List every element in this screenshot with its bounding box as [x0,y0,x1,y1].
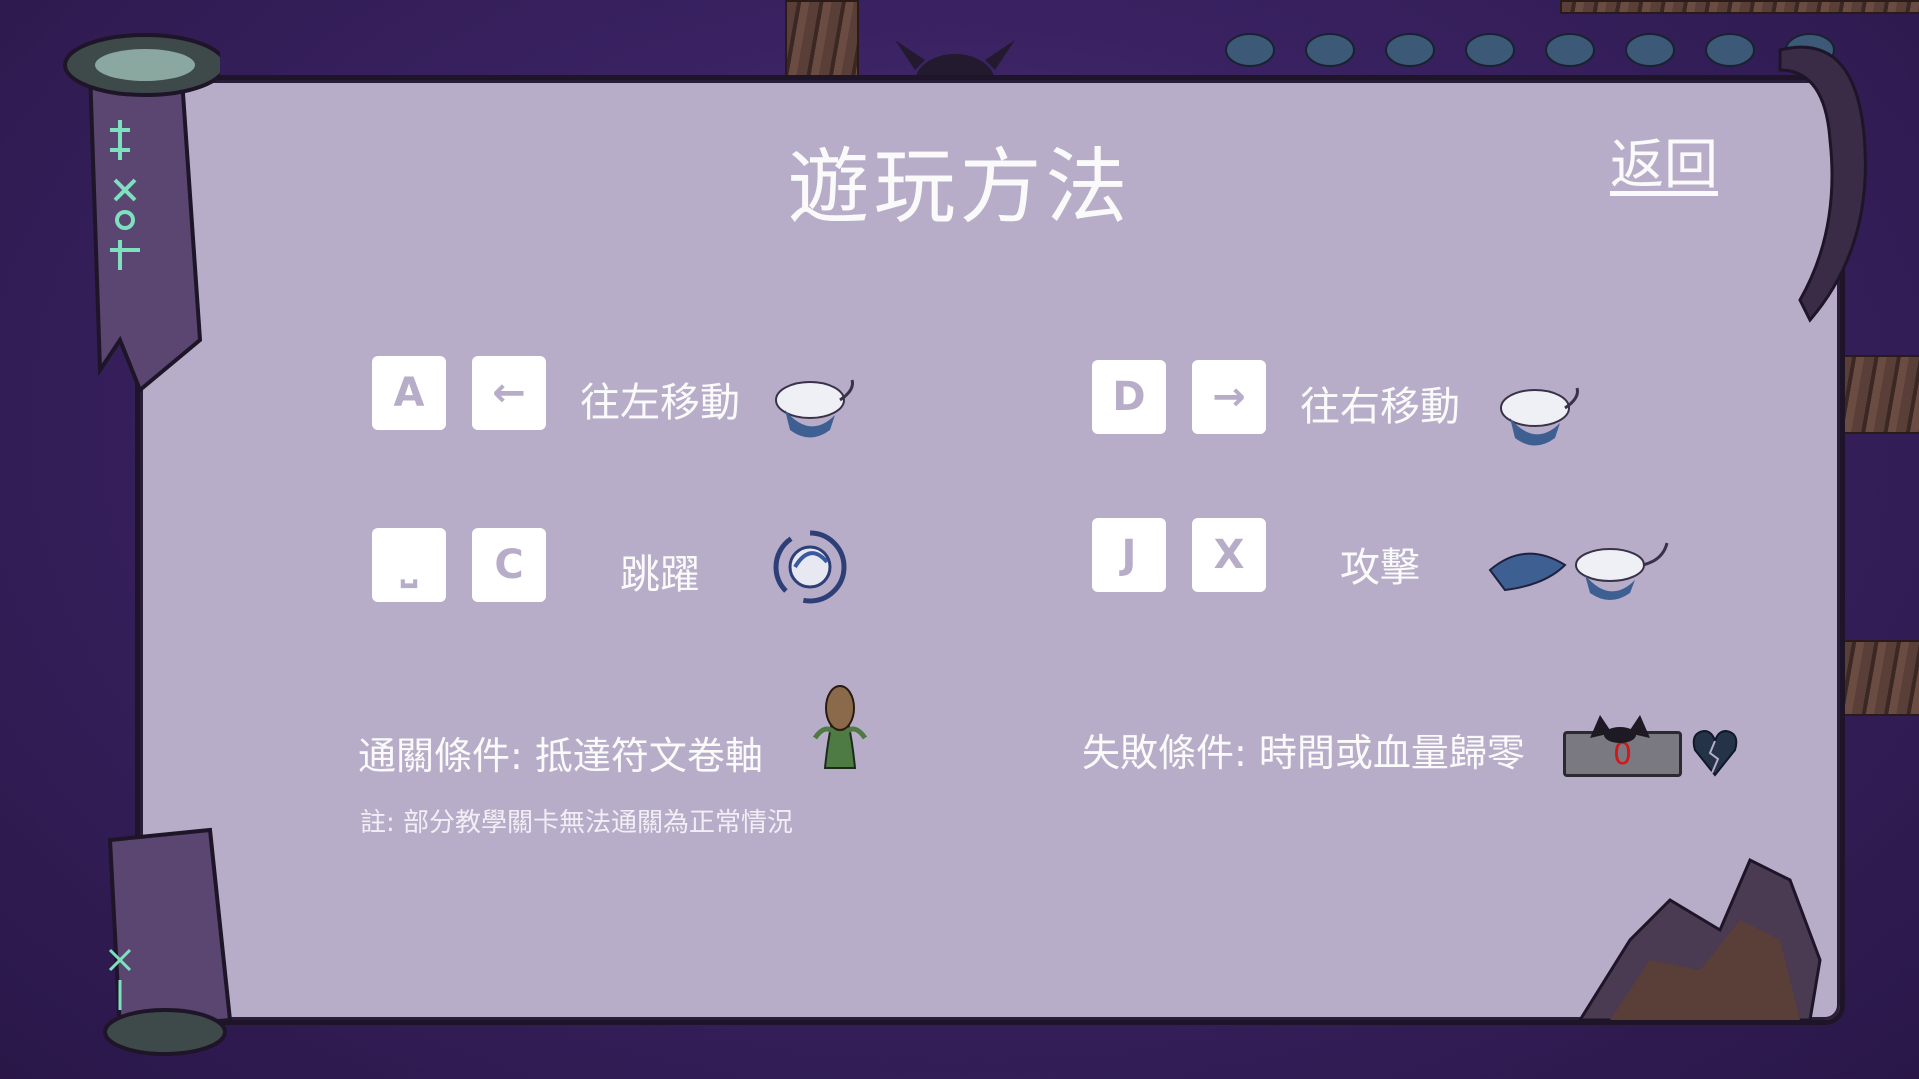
rabbit-creature-icon [1500,387,1579,446]
lose-condition-text: 失敗條件: 時間或血量歸零 [1082,731,1525,775]
rune-scroll-bottom-left [103,827,233,1056]
key-right-arrow: → [1192,360,1266,434]
key-a: A [372,356,446,430]
timer-horns-icon [1590,715,1650,743]
move-left-label: 往左移動 [580,380,740,426]
jump-label: 跳躍 [620,552,700,598]
swirl-jump-icon [773,530,847,604]
key-j: J [1092,518,1166,592]
attack-creature-icon [1488,542,1669,600]
key-space: ⎵ [372,528,446,602]
rabbit-creature-icon [775,379,854,438]
move-right-label: 往右移動 [1300,384,1460,430]
broken-wood-bottom-right [1577,857,1822,1022]
win-condition-text: 通關條件: 抵達符文卷軸 [358,734,763,778]
back-button[interactable]: 返回 [1610,120,1718,199]
background-wood-pillar [785,0,859,82]
broken-heart-icon [1692,729,1738,777]
background-wood-ledge [1840,355,1919,434]
tutorial-note: 註: 部分教學關卡無法通關為正常情況 [360,808,794,838]
key-c: C [472,528,546,602]
plant-creature-icon [812,685,868,769]
key-x: X [1192,518,1266,592]
key-d: D [1092,360,1166,434]
key-left-arrow: ← [472,356,546,430]
background-wood-ledge [1840,640,1919,716]
attack-label: 攻擊 [1340,545,1420,591]
